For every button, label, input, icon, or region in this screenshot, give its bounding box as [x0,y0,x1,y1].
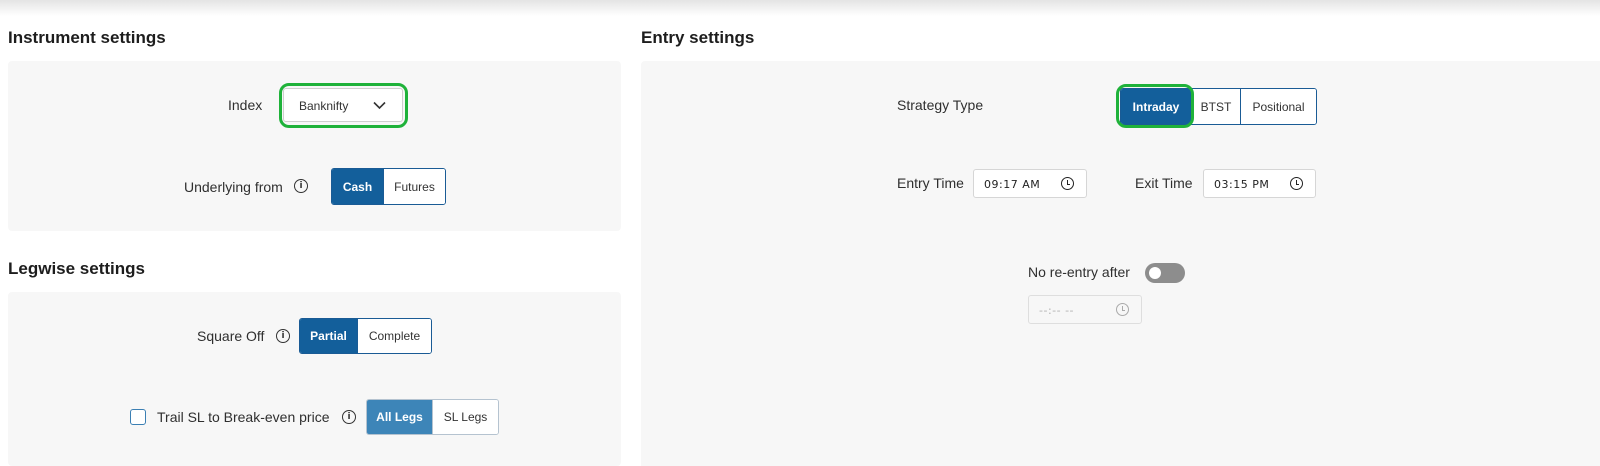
underlying-info-icon[interactable]: i [294,179,308,193]
clock-icon[interactable] [1116,303,1129,316]
clock-icon[interactable] [1290,177,1303,190]
trail-sl-label: Trail SL to Break-even price [157,409,330,425]
top-shadow [0,0,1600,16]
legwise-settings-title: Legwise settings [8,259,145,278]
clock-icon[interactable] [1061,177,1074,190]
entry-time-value: 09:17 AM [984,178,1041,191]
square-off-toggle-group: Partial Complete [299,318,432,354]
no-reentry-label: No re-entry after [1028,264,1130,280]
trail-all-legs-button[interactable]: All Legs [367,400,432,434]
no-reentry-time-input[interactable]: --:-- -- [1028,295,1142,324]
square-off-partial-button[interactable]: Partial [300,319,357,353]
no-reentry-time-placeholder: --:-- -- [1039,304,1075,317]
strategy-highlight-ring [1116,84,1194,128]
trail-sl-checkbox[interactable] [130,409,146,425]
toggle-knob [1149,267,1161,279]
entry-settings-title: Entry settings [641,28,755,47]
trail-sl-legs-button[interactable]: SL Legs [432,400,498,434]
square-off-complete-button[interactable]: Complete [357,319,431,353]
instrument-settings-title: Instrument settings [8,28,166,47]
square-off-label: Square Off [197,328,265,344]
entry-time-label: Entry Time [897,175,964,191]
strategy-type-label: Strategy Type [897,97,984,113]
square-off-info-icon[interactable]: i [276,329,290,343]
strategy-btst-button[interactable]: BTST [1191,89,1240,124]
trail-sl-info-icon[interactable]: i [342,410,356,424]
underlying-futures-button[interactable]: Futures [383,169,445,204]
no-reentry-toggle[interactable] [1145,263,1185,283]
exit-time-label: Exit Time [1135,175,1193,191]
strategy-positional-button[interactable]: Positional [1240,89,1316,124]
underlying-toggle-group: Cash Futures [331,168,446,205]
entry-time-input[interactable]: 09:17 AM [973,169,1087,198]
underlying-label: Underlying from [184,179,283,195]
index-highlight-ring [279,83,408,128]
exit-time-value: 03:15 PM [1214,178,1270,191]
trail-sl-legs-toggle-group: All Legs SL Legs [366,399,499,435]
underlying-cash-button[interactable]: Cash [332,169,383,204]
exit-time-input[interactable]: 03:15 PM [1203,169,1316,198]
index-label: Index [228,97,263,113]
